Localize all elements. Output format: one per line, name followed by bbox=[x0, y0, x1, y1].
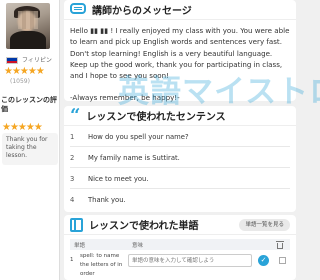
message-body: Hello ▮▮ ▮▮ ! I really enjoyed my class … bbox=[64, 20, 296, 104]
sentence-number: 2 bbox=[70, 153, 75, 162]
trash-icon[interactable] bbox=[276, 240, 284, 249]
sentence-text: How do you spell your name? bbox=[88, 132, 189, 141]
message-title: 講師からのメッセージ bbox=[92, 6, 192, 17]
word-list-button[interactable]: 単語一覧を見る bbox=[239, 219, 290, 231]
message-header: 講師からのメッセージ bbox=[64, 0, 296, 20]
word-row: 1 spell: to name the letters of in order… bbox=[70, 252, 290, 279]
sentence-row: 4 Thank you. bbox=[70, 190, 290, 210]
words-title: レッスンで使われた単語 bbox=[89, 221, 199, 232]
book-icon bbox=[70, 217, 83, 232]
word-text: spell: to name the letters of in order bbox=[80, 253, 123, 277]
teacher-avatar[interactable] bbox=[6, 3, 50, 49]
lesson-rating-stars: ★★★★★ bbox=[2, 122, 43, 133]
avatar-mosaic bbox=[18, 11, 38, 29]
philippines-flag-icon bbox=[6, 57, 18, 64]
sentence-row: 3 Nice to meet you. bbox=[70, 169, 290, 189]
sentence-number: 1 bbox=[70, 132, 75, 141]
quote-icon: “ bbox=[70, 104, 81, 126]
teacher-rating-stars: ★★★★★ bbox=[4, 66, 45, 77]
review-count: (1059) bbox=[10, 78, 30, 85]
avatar-body bbox=[10, 31, 46, 49]
sentence-text: Thank you. bbox=[88, 196, 126, 204]
teacher-message-card: 講師からのメッセージ Hello ▮▮ ▮▮ ! I really enjoye… bbox=[64, 0, 296, 104]
teacher-country: フィリピン bbox=[22, 57, 52, 64]
evaluation-heading: このレッスンの評価 bbox=[1, 96, 57, 113]
sentences-header: “ レッスンで使われたセンテンス bbox=[64, 106, 296, 126]
select-checkbox[interactable] bbox=[279, 257, 286, 264]
sentence-text: Nice to meet you. bbox=[88, 174, 149, 183]
teacher-panel: フィリピン ★★★★★ (1059) このレッスンの評価 ★★★★★ Thank… bbox=[0, 0, 60, 280]
words-card: レッスンで使われた単語 単語一覧を見る 単語 意味 1 spell: to na… bbox=[64, 215, 296, 280]
col-word: 単語 bbox=[74, 242, 86, 249]
meaning-input[interactable] bbox=[128, 254, 252, 267]
col-meaning: 意味 bbox=[132, 242, 144, 249]
sentences-title: レッスンで使われたセンテンス bbox=[86, 112, 226, 123]
sentence-text: My family name is Suttirat. bbox=[88, 153, 180, 162]
lesson-comment: Thank you for taking the lesson. bbox=[2, 133, 58, 165]
sentences-card: “ レッスンで使われたセンテンス 1 How do you spell your… bbox=[64, 106, 296, 212]
words-table-header: 単語 意味 bbox=[70, 239, 290, 250]
check-icon[interactable]: ✓ bbox=[258, 255, 269, 266]
sentence-number: 3 bbox=[70, 174, 75, 183]
sentence-row: 2 My family name is Suttirat. bbox=[70, 148, 290, 168]
message-signoff: -Always remember, be happy!- bbox=[70, 93, 180, 103]
word-number: 1 bbox=[70, 257, 74, 263]
message-text: Hello ▮▮ ▮▮ ! I really enjoyed my class … bbox=[70, 26, 290, 81]
chat-bubble-icon bbox=[70, 3, 86, 16]
sentence-row: 1 How do you spell your name? bbox=[70, 127, 290, 147]
sentence-number: 4 bbox=[70, 196, 75, 204]
